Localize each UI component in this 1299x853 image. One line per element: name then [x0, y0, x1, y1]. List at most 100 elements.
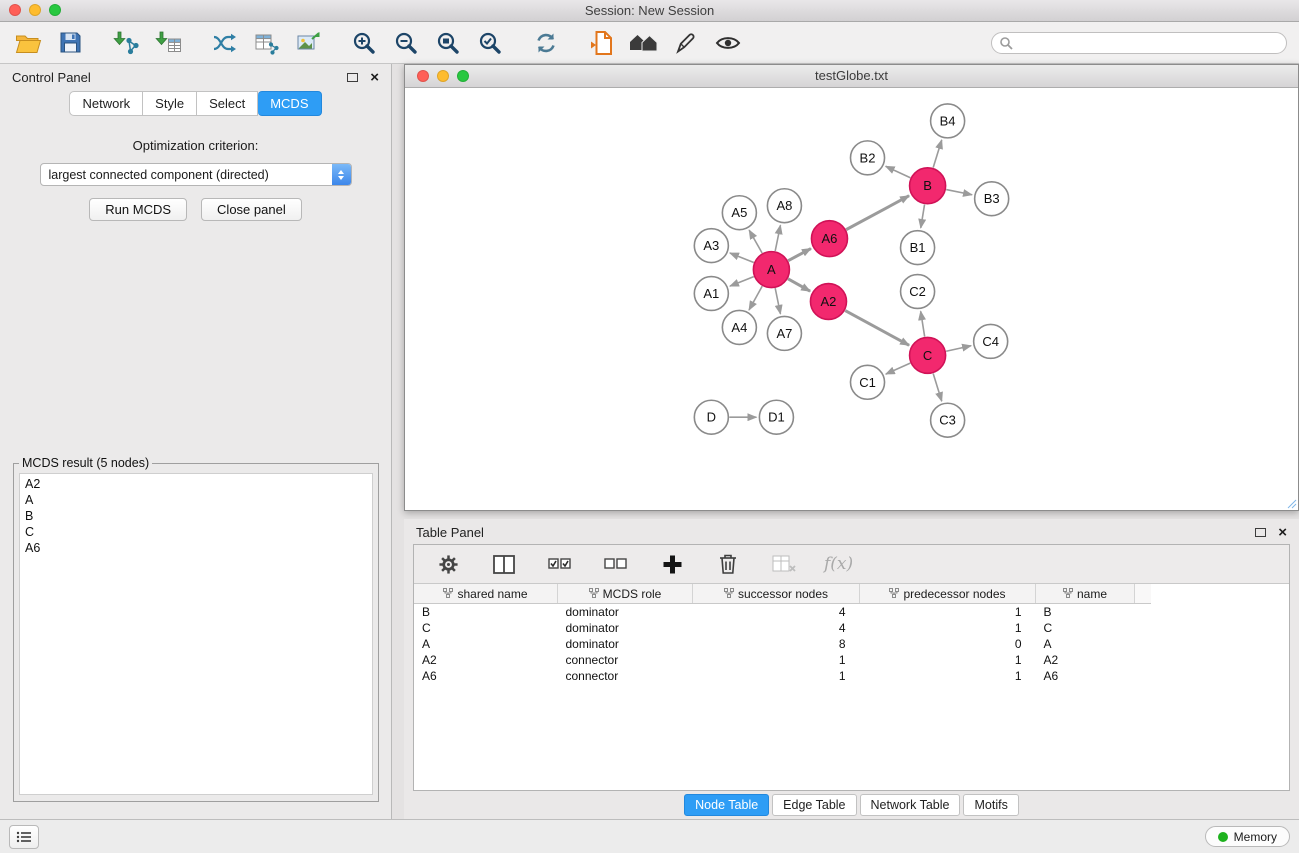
export-image-button[interactable]	[292, 27, 324, 59]
table-row[interactable]: Bdominator41B	[414, 604, 1151, 621]
column-header-successor-nodes[interactable]: successor nodes	[693, 584, 860, 604]
graph-node-D[interactable]: D	[694, 400, 728, 434]
graph-edge-C-C4[interactable]	[946, 346, 971, 352]
float-panel-icon[interactable]	[347, 73, 358, 82]
network-graph[interactable]: B4 B2 B B3 A5 A8 A6 B1 A3 A C2 A1 A2 A4 A7 C C4 C1 C3 D D1	[405, 88, 1298, 510]
graph-node-D1[interactable]: D1	[759, 400, 793, 434]
delete-column-button[interactable]	[712, 548, 744, 580]
graph-edge-A2-C[interactable]	[845, 311, 909, 346]
graph-edge-A-A8[interactable]	[775, 225, 780, 251]
tab-select[interactable]: Select	[197, 91, 258, 116]
graph-edge-A-A2[interactable]	[788, 279, 810, 291]
tab-motifs[interactable]: Motifs	[963, 794, 1018, 816]
run-mcds-button[interactable]: Run MCDS	[89, 198, 187, 221]
graph-edge-C-C2[interactable]	[921, 311, 925, 336]
show-hide-graphics-button[interactable]	[712, 27, 744, 59]
tab-network[interactable]: Network	[69, 91, 143, 116]
zoom-out-button[interactable]	[390, 27, 422, 59]
tab-network-table[interactable]: Network Table	[860, 794, 961, 816]
graph-node-C1[interactable]: C1	[850, 365, 884, 399]
annotation-button[interactable]	[670, 27, 702, 59]
float-table-panel-icon[interactable]	[1255, 528, 1266, 537]
zoom-selected-button[interactable]	[474, 27, 506, 59]
graph-node-C3[interactable]: C3	[931, 403, 965, 437]
graph-node-A2[interactable]: A2	[810, 284, 846, 320]
result-item[interactable]: A	[25, 492, 367, 508]
graph-edge-A-A6[interactable]	[788, 249, 811, 261]
criterion-dropdown[interactable]: largest connected component (directed)	[40, 163, 352, 186]
clear-table-button[interactable]	[768, 548, 800, 580]
table-row[interactable]: A2connector11A2	[414, 652, 1151, 668]
graph-node-B4[interactable]: B4	[931, 104, 965, 138]
mcds-result-list[interactable]: A2ABCA6	[19, 473, 373, 795]
task-history-button[interactable]	[9, 825, 39, 849]
graph-edge-B-B3[interactable]	[946, 190, 972, 195]
graph-node-A7[interactable]: A7	[767, 316, 801, 350]
graph-node-A8[interactable]: A8	[767, 189, 801, 223]
deselect-all-button[interactable]	[600, 548, 632, 580]
graph-node-C2[interactable]: C2	[901, 275, 935, 309]
table-row[interactable]: Adominator80A	[414, 636, 1151, 652]
graph-node-C[interactable]: C	[910, 337, 946, 373]
graph-edge-A-A4[interactable]	[749, 286, 762, 310]
show-columns-button[interactable]	[488, 548, 520, 580]
network-table-button[interactable]	[250, 27, 282, 59]
graph-node-B3[interactable]: B3	[975, 182, 1009, 216]
select-all-button[interactable]	[544, 548, 576, 580]
graph-node-C4[interactable]: C4	[974, 324, 1008, 358]
import-network-button[interactable]	[110, 27, 142, 59]
table-scroll-area[interactable]: shared nameMCDS rolesuccessor nodesprede…	[414, 584, 1289, 790]
zoom-fit-button[interactable]	[432, 27, 464, 59]
graph-edge-A6-B[interactable]	[846, 196, 909, 230]
table-row[interactable]: A6connector11A6	[414, 668, 1151, 684]
resize-grip-icon[interactable]	[1286, 498, 1297, 509]
graph-node-A4[interactable]: A4	[722, 310, 756, 344]
column-header-MCDS-role[interactable]: MCDS role	[558, 584, 693, 604]
graph-node-A5[interactable]: A5	[722, 196, 756, 230]
result-item[interactable]: B	[25, 508, 367, 524]
graph-node-B[interactable]: B	[910, 168, 946, 204]
add-column-button[interactable]	[656, 548, 688, 580]
column-header-shared-name[interactable]: shared name	[414, 584, 558, 604]
table-settings-button[interactable]	[432, 548, 464, 580]
graph-edge-A-A5[interactable]	[749, 230, 762, 253]
tab-style[interactable]: Style	[143, 91, 197, 116]
graph-node-A3[interactable]: A3	[694, 229, 728, 263]
close-panel-button[interactable]: Close panel	[201, 198, 302, 221]
graph-edge-B-B2[interactable]	[886, 166, 911, 177]
search-input[interactable]	[1017, 35, 1279, 51]
close-panel-icon[interactable]: ×	[370, 70, 379, 85]
graph-edge-B-B4[interactable]	[933, 140, 942, 168]
network-tools-button[interactable]	[208, 27, 240, 59]
graph-node-B2[interactable]: B2	[850, 141, 884, 175]
open-recent-file-button[interactable]	[586, 27, 618, 59]
graph-edge-B-B1[interactable]	[921, 204, 925, 227]
result-item[interactable]: A6	[25, 540, 367, 556]
tab-mcds[interactable]: MCDS	[258, 91, 321, 116]
home-view-button[interactable]	[628, 27, 660, 59]
memory-button[interactable]: Memory	[1205, 826, 1290, 847]
result-item[interactable]: C	[25, 524, 367, 540]
graph-node-A[interactable]: A	[753, 252, 789, 288]
graph-node-A6[interactable]: A6	[811, 221, 847, 257]
column-header-predecessor-nodes[interactable]: predecessor nodes	[860, 584, 1036, 604]
graph-edge-A-A3[interactable]	[730, 253, 754, 262]
graph-edge-A-A7[interactable]	[775, 288, 780, 314]
graph-node-B1[interactable]: B1	[901, 231, 935, 265]
close-table-panel-icon[interactable]: ×	[1278, 525, 1287, 540]
import-table-button[interactable]	[152, 27, 184, 59]
graph-node-A1[interactable]: A1	[694, 277, 728, 311]
network-canvas[interactable]: B4 B2 B B3 A5 A8 A6 B1 A3 A C2 A1 A2 A4 A7 C C4 C1 C3 D D1	[405, 88, 1298, 510]
graph-edge-A-A1[interactable]	[730, 277, 754, 286]
open-session-button[interactable]	[12, 27, 44, 59]
table-row[interactable]: Cdominator41C	[414, 620, 1151, 636]
refresh-view-button[interactable]	[530, 27, 562, 59]
tab-edge-table[interactable]: Edge Table	[772, 794, 856, 816]
tab-node-table[interactable]: Node Table	[684, 794, 769, 816]
result-item[interactable]: A2	[25, 476, 367, 492]
save-session-button[interactable]	[54, 27, 86, 59]
graph-edge-C-C1[interactable]	[886, 363, 910, 374]
zoom-in-button[interactable]	[348, 27, 380, 59]
graph-edge-C-C3[interactable]	[933, 373, 942, 401]
function-builder-button[interactable]: f(x)	[824, 554, 853, 574]
